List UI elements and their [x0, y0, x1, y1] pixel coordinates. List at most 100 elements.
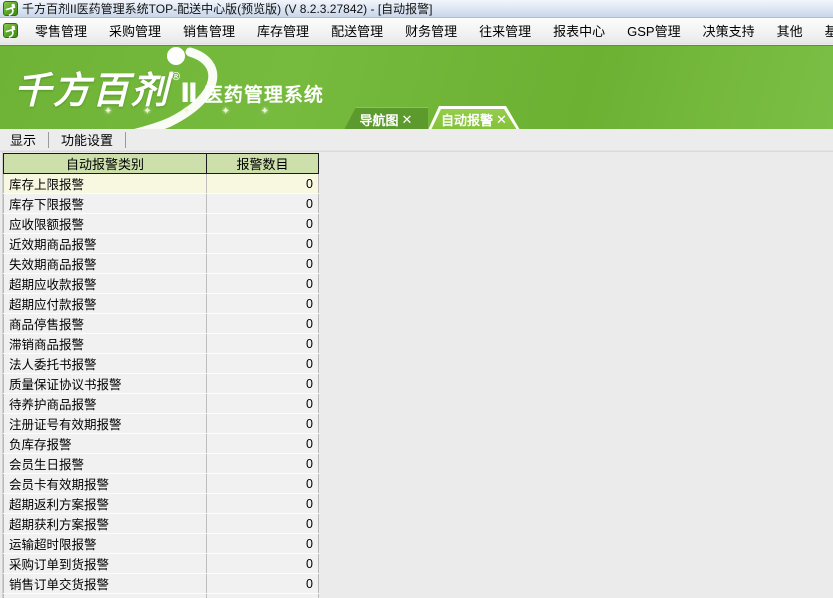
alarm-count-cell: 0	[207, 294, 319, 314]
alarm-category-cell: 运输超时限报警	[4, 534, 207, 554]
alarm-category-cell: 应收限额报警	[4, 214, 207, 234]
alarm-count-cell: 0	[207, 194, 319, 214]
menu-item-9[interactable]: 决策支持	[692, 18, 766, 43]
menu-item-11[interactable]: 基本信息	[814, 18, 833, 43]
application-window: 千方百剂II医药管理系统TOP-配送中心版(预览版) (V 8.2.3.2784…	[0, 0, 833, 598]
alarm-category-cell: 注册证号有效期报警	[4, 414, 207, 434]
alarm-count-cell: 0	[207, 414, 319, 434]
alarm-count-cell: 0	[207, 514, 319, 534]
alarm-count-cell: 0	[207, 354, 319, 374]
alarm-category-cell: 往来单位证照到效期报警	[4, 594, 207, 598]
alarm-category-cell: 会员生日报警	[4, 454, 207, 474]
column-header-category: 自动报警类别	[4, 154, 207, 174]
alarm-count-cell: 0	[207, 274, 319, 294]
table-header-row: 自动报警类别 报警数目	[4, 154, 319, 174]
alarm-count-cell: 0	[207, 234, 319, 254]
tab-auto-alarm-label: 自动报警	[441, 110, 493, 129]
tab-display[interactable]: 显示	[0, 128, 48, 152]
menu-item-0[interactable]: 零售管理	[24, 18, 98, 43]
menu-item-7[interactable]: 报表中心	[542, 18, 616, 43]
alarm-category-cell: 销售订单交货报警	[4, 574, 207, 594]
alarm-count-cell: 0	[207, 594, 319, 598]
table-row[interactable]: 往来单位证照到效期报警0	[4, 594, 319, 598]
table-row[interactable]: 会员卡有效期报警0	[4, 474, 319, 494]
table-row[interactable]: 失效期商品报警0	[4, 254, 319, 274]
menu-item-3[interactable]: 库存管理	[246, 18, 320, 43]
alarm-category-cell: 滞销商品报警	[4, 334, 207, 354]
alarm-count-cell: 0	[207, 214, 319, 234]
menu-item-4[interactable]: 配送管理	[320, 18, 394, 43]
alarm-count-cell: 0	[207, 554, 319, 574]
table-row[interactable]: 负库存报警0	[4, 434, 319, 454]
menu-bar: 零售管理采购管理销售管理库存管理配送管理财务管理往来管理报表中心GSP管理决策支…	[0, 18, 833, 44]
brand-logo: 千方百剂®Ⅱ医药管理系统 ✦ ✦ ✦ ✦ ✦	[14, 50, 344, 130]
column-header-count: 报警数目	[207, 154, 319, 174]
table-row[interactable]: 库存下限报警0	[4, 194, 319, 214]
table-row[interactable]: 近效期商品报警0	[4, 234, 319, 254]
menu-item-6[interactable]: 往来管理	[468, 18, 542, 43]
menu-item-5[interactable]: 财务管理	[394, 18, 468, 43]
registered-mark: ®	[172, 71, 180, 83]
alarm-category-cell: 超期返利方案报警	[4, 494, 207, 514]
alarm-count-cell: 0	[207, 314, 319, 334]
alarm-category-cell: 商品停售报警	[4, 314, 207, 334]
alarm-category-cell: 超期获利方案报警	[4, 514, 207, 534]
alarm-category-cell: 待养护商品报警	[4, 394, 207, 414]
alarm-count-cell: 0	[207, 454, 319, 474]
menu-item-8[interactable]: GSP管理	[616, 18, 691, 43]
alarm-count-cell: 0	[207, 254, 319, 274]
content-area: 自动报警类别 报警数目 库存上限报警0库存下限报警0应收限额报警0近效期商品报警…	[0, 151, 833, 598]
alarm-count-cell: 0	[207, 574, 319, 594]
menu-item-10[interactable]: 其他	[766, 18, 814, 43]
alarm-count-cell: 0	[207, 394, 319, 414]
table-row[interactable]: 超期应收款报警0	[4, 274, 319, 294]
table-row[interactable]: 应收限额报警0	[4, 214, 319, 234]
alarm-category-cell: 失效期商品报警	[4, 254, 207, 274]
title-bar: 千方百剂II医药管理系统TOP-配送中心版(预览版) (V 8.2.3.2784…	[0, 0, 833, 18]
table-row[interactable]: 超期获利方案报警0	[4, 514, 319, 534]
alarm-count-cell: 0	[207, 494, 319, 514]
window-title: 千方百剂II医药管理系统TOP-配送中心版(预览版) (V 8.2.3.2784…	[22, 0, 433, 17]
alarm-category-cell: 会员卡有效期报警	[4, 474, 207, 494]
tab-auto-alarm[interactable]: 自动报警 ✕	[428, 106, 520, 130]
table-row[interactable]: 采购订单到货报警0	[4, 554, 319, 574]
table-row[interactable]: 超期返利方案报警0	[4, 494, 319, 514]
table-row[interactable]: 质量保证协议书报警0	[4, 374, 319, 394]
alarm-category-cell: 库存下限报警	[4, 194, 207, 214]
brand-banner: 千方百剂®Ⅱ医药管理系统 ✦ ✦ ✦ ✦ ✦ 导航图 ✕ 自动报警 ✕	[0, 45, 833, 130]
tab-separator	[125, 132, 126, 148]
logo-main-text: 千方百剂	[14, 72, 170, 109]
system-menu-icon[interactable]	[3, 23, 18, 38]
alarm-count-cell: 0	[207, 174, 319, 194]
table-row[interactable]: 注册证号有效期报警0	[4, 414, 319, 434]
alarm-category-cell: 近效期商品报警	[4, 234, 207, 254]
alarm-category-cell: 法人委托书报警	[4, 354, 207, 374]
alarm-count-cell: 0	[207, 534, 319, 554]
tab-navigation-map[interactable]: 导航图 ✕	[344, 107, 428, 130]
table-row[interactable]: 销售订单交货报警0	[4, 574, 319, 594]
tab-navigation-map-label: 导航图	[360, 110, 399, 129]
table-row[interactable]: 待养护商品报警0	[4, 394, 319, 414]
alarm-count-cell: 0	[207, 374, 319, 394]
table-row[interactable]: 滞销商品报警0	[4, 334, 319, 354]
logo-sparkles: ✦ ✦ ✦ ✦ ✦	[104, 106, 284, 117]
alarm-count-cell: 0	[207, 434, 319, 454]
logo-numeral: Ⅱ	[180, 79, 198, 109]
alarm-category-cell: 采购订单到货报警	[4, 554, 207, 574]
document-tab-strip: 导航图 ✕ 自动报警 ✕	[344, 106, 520, 130]
table-row[interactable]: 超期应付款报警0	[4, 294, 319, 314]
alarm-category-cell: 负库存报警	[4, 434, 207, 454]
table-row[interactable]: 库存上限报警0	[4, 174, 319, 194]
table-row[interactable]: 运输超时限报警0	[4, 534, 319, 554]
tab-auto-alarm-close-icon[interactable]: ✕	[496, 113, 507, 126]
alarm-category-cell: 超期应收款报警	[4, 274, 207, 294]
alarm-count-cell: 0	[207, 334, 319, 354]
tab-function-settings[interactable]: 功能设置	[49, 128, 125, 152]
view-tab-strip: 显示 功能设置	[0, 129, 833, 151]
table-row[interactable]: 商品停售报警0	[4, 314, 319, 334]
table-row[interactable]: 法人委托书报警0	[4, 354, 319, 374]
table-row[interactable]: 会员生日报警0	[4, 454, 319, 474]
tab-navigation-map-close-icon[interactable]: ✕	[402, 113, 413, 126]
menu-item-2[interactable]: 销售管理	[172, 18, 246, 43]
menu-item-1[interactable]: 采购管理	[98, 18, 172, 43]
